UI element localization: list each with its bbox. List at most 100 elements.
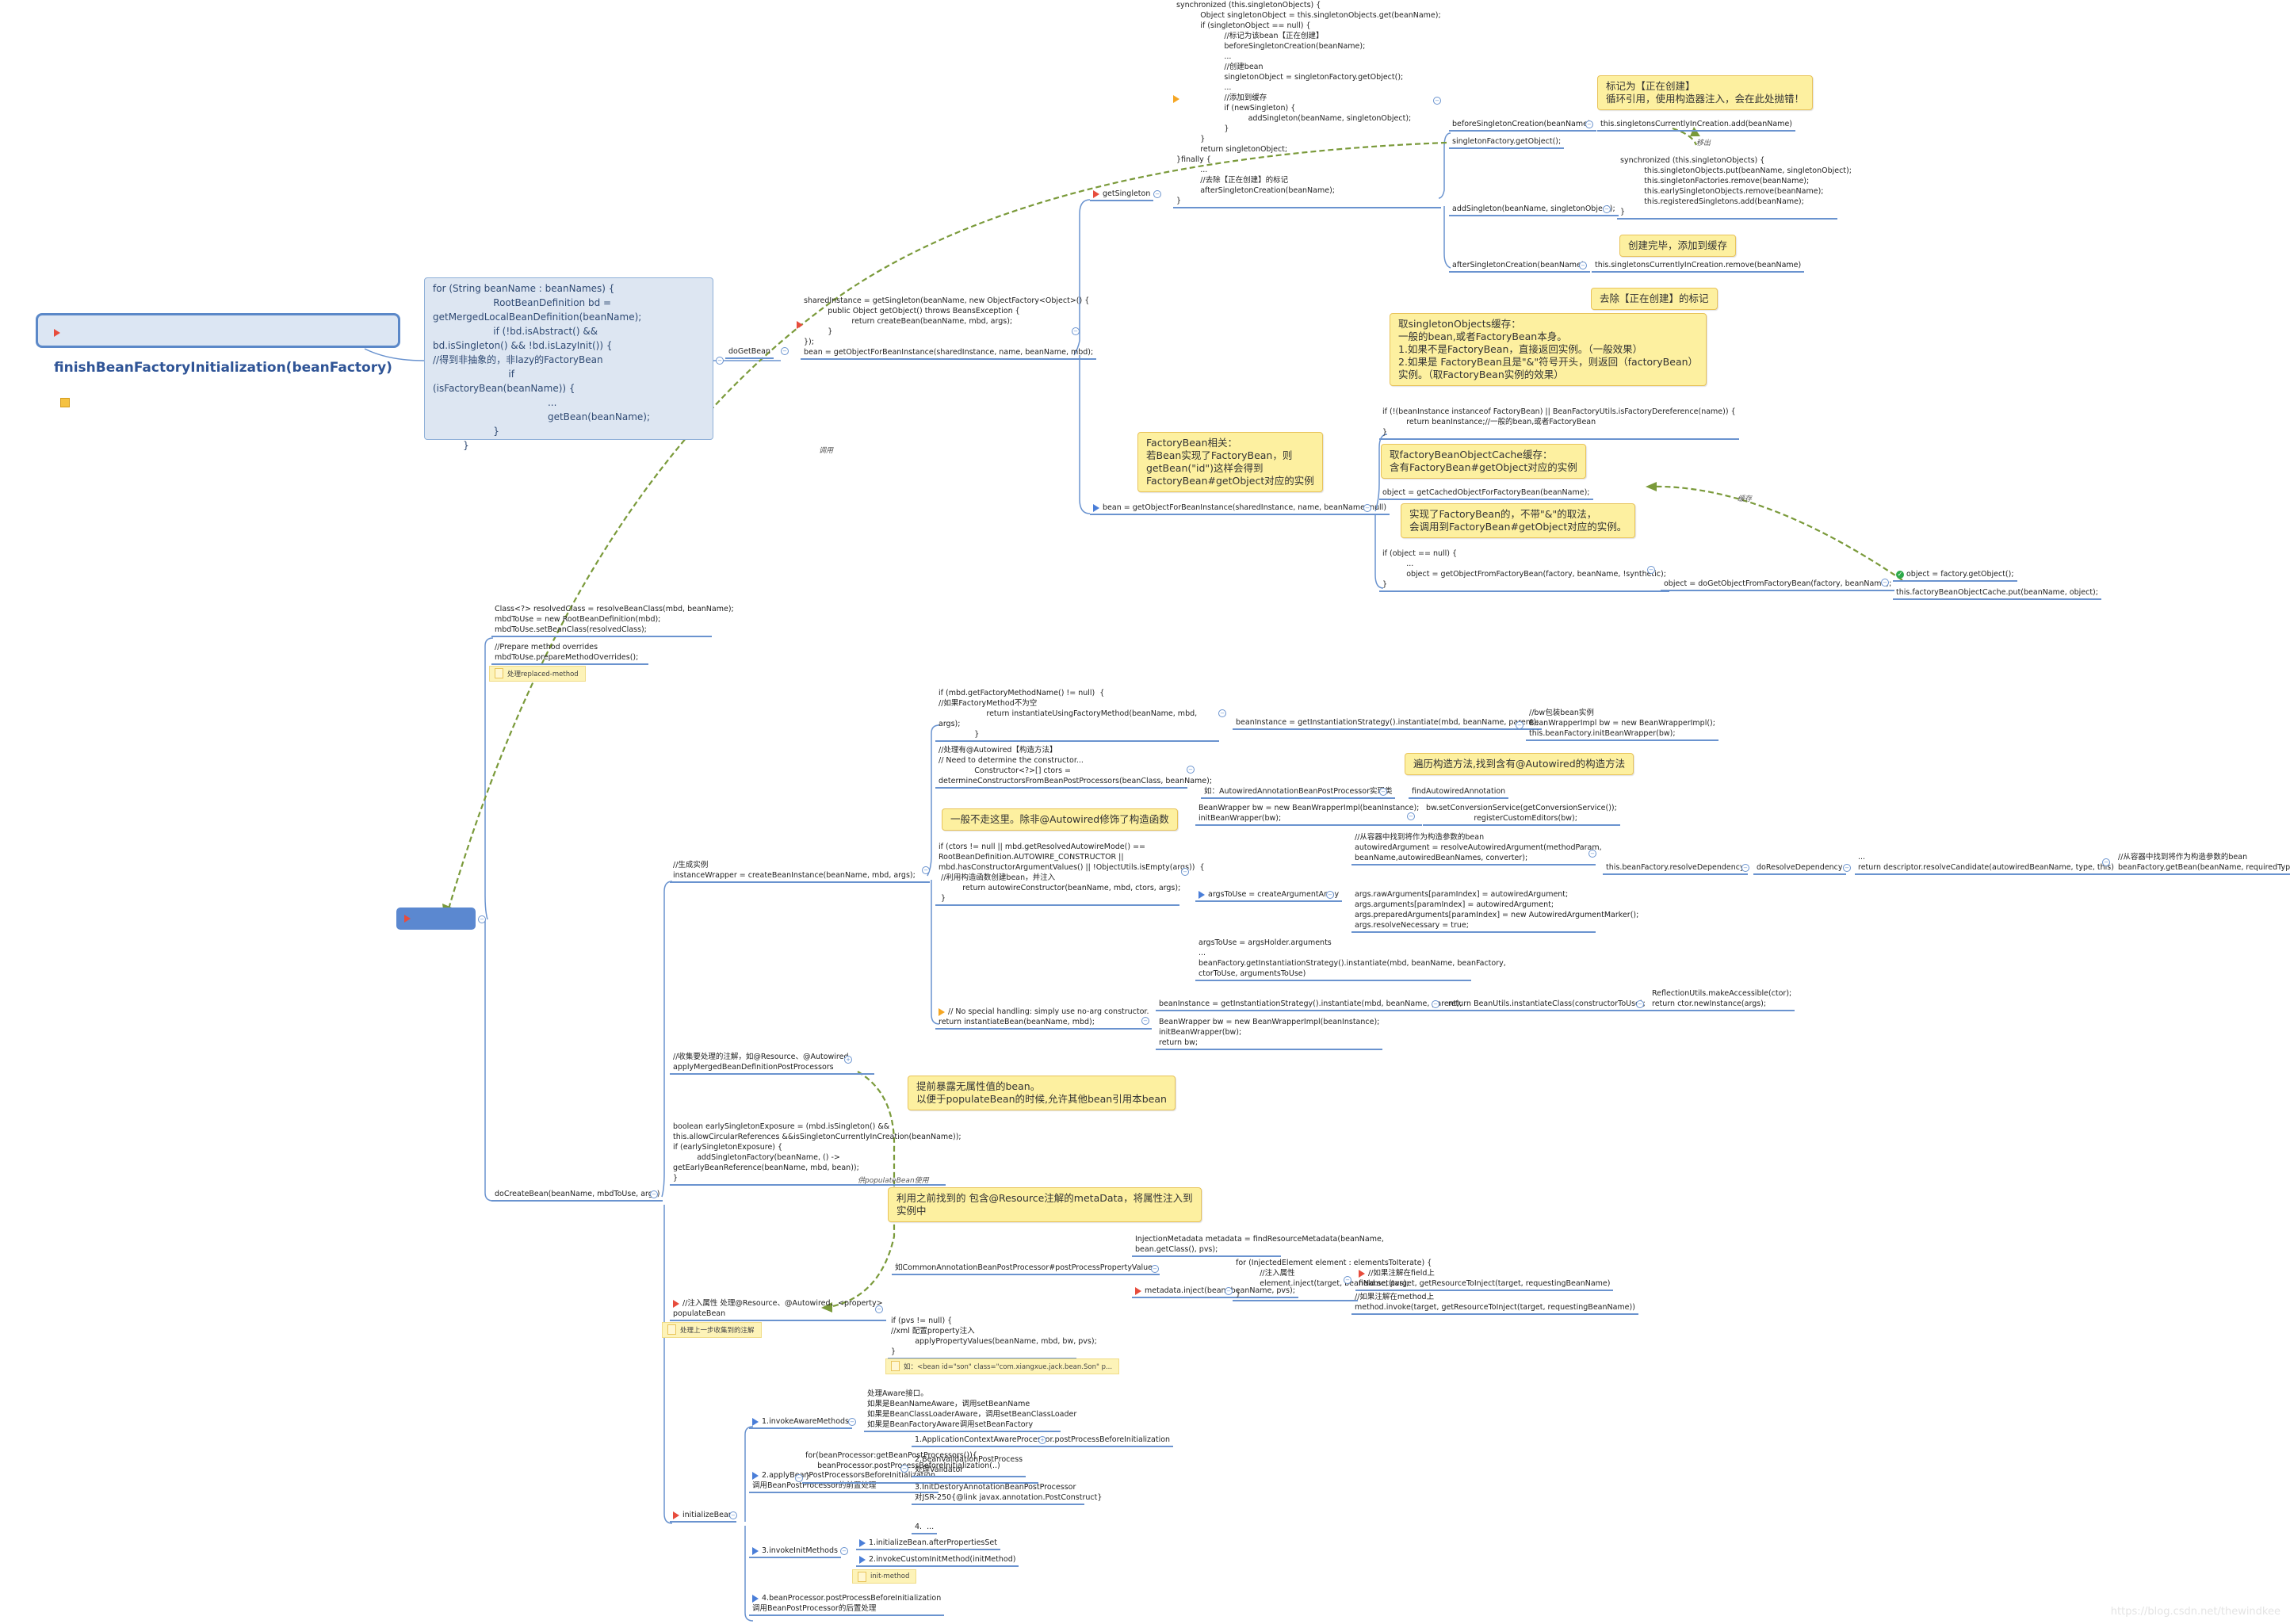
node-argsHolder[interactable]: argsToUse = argsHolder.arguments ... bea… xyxy=(1195,938,1506,981)
node-prepareMethodOverrides[interactable]: //Prepare method overrides mbdToUse.prep… xyxy=(491,642,648,665)
collapse-toggle-icon[interactable]: − xyxy=(840,1547,848,1555)
node-singletonsCurrentlyInCreation-add[interactable]: this.singletonsCurrentlyInCreation.add(b… xyxy=(1597,119,1796,132)
node-bw-new[interactable]: BeanWrapper bw = new BeanWrapperImpl(bea… xyxy=(1195,803,1423,826)
node-no-arg-constructor[interactable]: // No special handling: simply use no-ar… xyxy=(935,1007,1153,1030)
node-getSingleton-code[interactable]: synchronized (this.singletonObjects) { O… xyxy=(1173,0,1441,208)
node-sharedInstance-code[interactable]: sharedInstance = getSingleton(beanName, … xyxy=(801,296,1097,360)
node-method-invoke[interactable]: //如果注解在method上 method.invoke(target, get… xyxy=(1351,1292,1638,1315)
collapse-toggle-icon[interactable]: − xyxy=(1153,190,1161,198)
node-resolveCandidate[interactable]: ... return descriptor.resolveCandidate(a… xyxy=(1855,852,2117,875)
node-factoryBeanObjectCache-put[interactable]: this.factoryBeanObjectCache.put(beanName… xyxy=(1893,587,2101,600)
collapse-toggle-icon[interactable]: − xyxy=(1516,721,1523,729)
node-createBean[interactable]: createBean xyxy=(396,908,476,946)
node-invokeInitMethods[interactable]: 3.invokeInitMethods xyxy=(749,1546,841,1558)
collapse-toggle-icon[interactable]: − xyxy=(1579,262,1587,269)
collapse-toggle-icon[interactable]: − xyxy=(1379,788,1387,796)
node-singletonsCurrentlyInCreation-remove[interactable]: this.singletonsCurrentlyInCreation.remov… xyxy=(1592,260,1805,273)
node-BeanUtils-instantiateClass[interactable]: return BeanUtils.instantiateClass(constr… xyxy=(1445,999,1649,1011)
collapse-toggle-icon[interactable]: − xyxy=(1141,1017,1149,1025)
node-resolveBeanClass[interactable]: Class<?> resolvedClass = resolveBeanClas… xyxy=(491,604,734,637)
collapse-toggle-icon[interactable]: − xyxy=(1072,327,1080,335)
expand-toggle-icon[interactable]: + xyxy=(844,1056,852,1064)
collapse-toggle-icon[interactable]: − xyxy=(729,1511,737,1519)
collapse-toggle-icon[interactable]: − xyxy=(1636,1000,1644,1008)
node-processor-3[interactable]: 3.InitDestoryAnnotationBeanPostProcessor… xyxy=(912,1482,1102,1505)
node-beforeSingletonCreation[interactable]: beforeSingletonCreation(beanName); xyxy=(1449,119,1596,132)
collapse-toggle-icon[interactable]: − xyxy=(1433,97,1441,105)
node-doGetObjectFromFactoryBean[interactable]: object = doGetObjectFromFactoryBean(fact… xyxy=(1661,579,1895,591)
node-singletonFactory-getObject[interactable]: singletonFactory.getObject(); xyxy=(1449,136,1565,149)
collapse-toggle-icon[interactable]: − xyxy=(1407,812,1415,820)
node-applyPropertyValues[interactable]: if (pvs != null) { //xml 配置property注入 ap… xyxy=(888,1316,1097,1359)
root-node-finishBeanFactoryInitialization[interactable]: finishBeanFactoryInitialization(beanFact… xyxy=(36,313,400,407)
collapse-toggle-icon[interactable]: − xyxy=(922,866,930,874)
node-beanFactory-getBean[interactable]: //从容器中找到将作为构造参数的bean beanFactory.getBean… xyxy=(2115,852,2290,875)
node-CommonAnnotationBeanPostProcessor[interactable]: 如CommonAnnotationBeanPostProcessor#postP… xyxy=(892,1263,1160,1275)
node-getCachedObject[interactable]: object = getCachedObjectForFactoryBean(b… xyxy=(1379,487,1593,500)
collapse-toggle-icon[interactable]: − xyxy=(1585,120,1593,128)
collapse-toggle-icon[interactable]: − xyxy=(1218,709,1226,717)
node-object-null-check[interactable]: if (object == null) { ... object = getOb… xyxy=(1379,548,1669,592)
collapse-toggle-icon[interactable]: − xyxy=(1225,1287,1233,1295)
collapse-toggle-icon[interactable]: − xyxy=(781,347,789,355)
collapse-toggle-icon[interactable]: − xyxy=(848,1418,856,1426)
collapse-toggle-icon[interactable]: − xyxy=(900,1465,908,1473)
collapse-toggle-icon[interactable]: − xyxy=(478,915,486,923)
node-postProcessAfterInitialization[interactable]: 4.beanProcessor.postProcessBeforeInitial… xyxy=(749,1593,945,1616)
node-getObjectForBeanInstance[interactable]: bean = getObjectForBeanInstance(sharedIn… xyxy=(1090,502,1390,515)
collapse-toggle-icon[interactable]: − xyxy=(2102,858,2110,866)
node-aware-detail[interactable]: 处理Aware接口。 如果是BeanNameAware，调用setBeanNam… xyxy=(864,1389,1076,1432)
node-bw-return[interactable]: BeanWrapper bw = new BeanWrapperImpl(bea… xyxy=(1156,1017,1383,1050)
node-ctors-check[interactable]: if (ctors != null || mbd.getResolvedAuto… xyxy=(935,842,1205,906)
node-addSingleton-detail[interactable]: synchronized (this.singletonObjects) { t… xyxy=(1617,155,1852,220)
collapse-toggle-icon[interactable]: − xyxy=(1187,766,1195,774)
node-autowired-ctors[interactable]: //处理有@Autowired【构造方法】 // Need to determi… xyxy=(935,745,1212,789)
node-factory-instantiate[interactable]: beanInstance = getInstantiationStrategy(… xyxy=(1233,717,1543,730)
node-addSingleton[interactable]: addSingleton(beanName, singletonObject); xyxy=(1449,204,1619,216)
node-initializeBean[interactable]: initializeBean xyxy=(670,1510,736,1523)
node-afterSingletonCreation[interactable]: afterSingletonCreation(beanName); xyxy=(1449,260,1590,273)
collapse-toggle-icon[interactable]: − xyxy=(1181,868,1189,876)
node-doResolveDependency[interactable]: doResolveDependency xyxy=(1753,862,1846,875)
node-doCreateBean[interactable]: doCreateBean(beanName, mbdToUse, args) xyxy=(491,1189,663,1202)
collapse-toggle-icon[interactable]: − xyxy=(1843,864,1851,872)
node-createBeanInstance[interactable]: //生成实例 instanceWrapper = createBeanInsta… xyxy=(670,860,930,883)
node-bw-conversion[interactable]: bw.setConversionService(getConversionSer… xyxy=(1423,803,1620,826)
node-afterPropertiesSet[interactable]: 1.initializeBean.afterPropertiesSet xyxy=(856,1538,1000,1550)
node-populateBean[interactable]: //注入属性 处理@Resource、@Autowired、<property>… xyxy=(670,1298,886,1321)
node-processor-4[interactable]: 4. ... xyxy=(912,1522,938,1534)
node-factory-getObject[interactable]: ✓ object = factory.getObject(); xyxy=(1893,569,2017,582)
node-applyMergedBeanDefinitionPostProcessors[interactable]: //收集要处理的注解，如@Resource、@Autowired applyMe… xyxy=(670,1052,874,1075)
collapse-toggle-icon[interactable]: − xyxy=(716,357,724,365)
node-instanceof-check[interactable]: if (!(beanInstance instanceof FactoryBea… xyxy=(1379,407,1739,440)
collapse-toggle-icon[interactable]: − xyxy=(875,1305,883,1313)
collapse-toggle-icon[interactable]: − xyxy=(1363,504,1371,512)
collapse-toggle-icon[interactable]: − xyxy=(650,1190,658,1198)
node-for-injectedElement[interactable]: for (InjectedElement element : elementsT… xyxy=(1233,1258,1432,1301)
node-findAutowiredAnnotation[interactable]: findAutowiredAnnotation xyxy=(1409,786,1509,799)
collapse-toggle-icon[interactable]: − xyxy=(1741,864,1749,872)
collapse-toggle-icon[interactable]: − xyxy=(1432,1000,1439,1008)
node-getSingleton[interactable]: getSingleton xyxy=(1090,189,1154,201)
collapse-toggle-icon[interactable]: − xyxy=(1344,1276,1351,1284)
collapse-toggle-icon[interactable]: − xyxy=(1588,850,1596,858)
collapse-toggle-icon[interactable]: − xyxy=(1647,566,1655,574)
node-autowired-impl[interactable]: 如：AutowiredAnnotationBeanPostProcessor实现… xyxy=(1201,786,1396,799)
expand-toggle-icon[interactable]: + xyxy=(1038,1436,1046,1444)
node-bw-wrap[interactable]: //bw包装bean实例 BeanWrapperImpl bw = new Be… xyxy=(1526,708,1718,741)
node-processor-2[interactable]: 2.BeanValidationPostProcess 处理Validator xyxy=(912,1454,1026,1477)
collapse-toggle-icon[interactable]: − xyxy=(1326,891,1334,899)
collapse-toggle-icon[interactable]: − xyxy=(1603,205,1611,213)
node-argsToUse[interactable]: argsToUse = createArgumentArray xyxy=(1195,889,1343,902)
node-doGetBean[interactable]: doGetBean xyxy=(725,346,774,359)
collapse-toggle-icon[interactable]: − xyxy=(1881,579,1889,587)
node-noarg-instantiate[interactable]: beanInstance = getInstantiationStrategy(… xyxy=(1156,999,1466,1011)
node-field-set[interactable]: //如果注解在field上 field.set(target, getResou… xyxy=(1355,1268,1614,1291)
collapse-toggle-icon[interactable]: − xyxy=(1151,1265,1159,1273)
node-raw-arguments[interactable]: args.rawArguments[paramIndex] = autowire… xyxy=(1351,889,1638,933)
node-reflection-newInstance[interactable]: ReflectionUtils.makeAccessible(ctor); re… xyxy=(1649,988,1795,1011)
node-invokeAwareMethods[interactable]: 1.invokeAwareMethods xyxy=(749,1416,852,1429)
node-findResourceMetadata[interactable]: InjectionMetadata metadata = findResourc… xyxy=(1132,1234,1384,1257)
node-resolveDependency[interactable]: this.beanFactory.resolveDependency xyxy=(1603,862,1748,875)
node-factory-method[interactable]: if (mbd.getFactoryMethodName() != null) … xyxy=(935,688,1219,742)
